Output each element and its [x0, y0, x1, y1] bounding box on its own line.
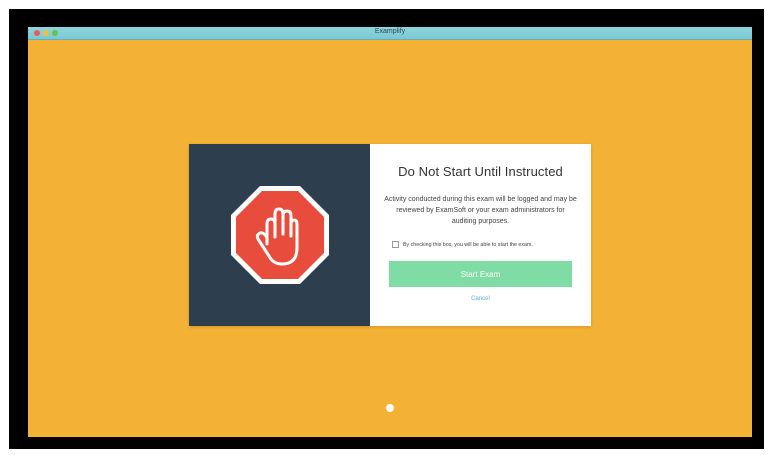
agreement-checkbox[interactable] — [392, 241, 399, 248]
title-bar: Examplify — [28, 27, 752, 40]
window-title: Examplify — [374, 28, 406, 35]
agreement-checkbox-label: By checking this box, you will be able t… — [403, 241, 533, 248]
dialog-message: Activity conducted during this exam will… — [384, 196, 577, 225]
cancel-link[interactable]: Cancel — [370, 296, 591, 302]
agreement-checkbox-row[interactable]: By checking this box, you will be able t… — [392, 241, 585, 248]
stop-hand-icon — [230, 186, 329, 284]
exam-start-dialog: Do Not Start Until Instructed Activity c… — [189, 144, 591, 326]
start-exam-button[interactable]: Start Exam — [389, 261, 572, 287]
app-window: Examplify Do Not Start Until Instructed … — [28, 27, 752, 437]
page-indicator-dot — [386, 404, 394, 412]
dialog-icon-panel — [189, 144, 370, 326]
dialog-title: Do Not Start Until Instructed — [398, 164, 563, 179]
dialog-content: Do Not Start Until Instructed Activity c… — [370, 144, 591, 326]
